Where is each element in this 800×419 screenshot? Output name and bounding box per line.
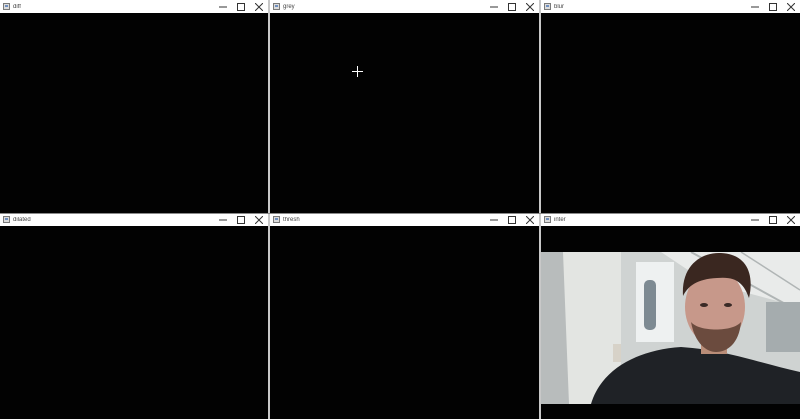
window-inter[interactable]: inter <box>541 213 800 419</box>
window-dilated[interactable]: dilated <box>0 213 268 419</box>
webcam-frame-image <box>541 252 800 404</box>
window-diff[interactable]: diff <box>0 0 268 213</box>
close-icon[interactable] <box>782 0 800 13</box>
maximize-icon[interactable] <box>764 0 782 13</box>
titlebar-blur[interactable]: blur <box>541 0 800 13</box>
close-icon[interactable] <box>782 213 800 226</box>
window-title: inter <box>554 216 566 223</box>
minimize-icon[interactable] <box>746 213 764 226</box>
window-border <box>539 0 541 419</box>
app-icon <box>3 216 10 223</box>
minimize-icon[interactable] <box>214 0 232 13</box>
titlebar-diff[interactable]: diff <box>0 0 268 13</box>
image-canvas-dilated <box>0 226 268 419</box>
app-icon <box>544 216 551 223</box>
minimize-icon[interactable] <box>214 213 232 226</box>
minimize-icon[interactable] <box>485 213 503 226</box>
window-title: dilated <box>13 216 31 223</box>
close-icon[interactable] <box>521 213 539 226</box>
window-title: diff <box>13 3 21 10</box>
maximize-icon[interactable] <box>503 0 521 13</box>
image-canvas-blur <box>541 13 800 213</box>
window-thresh[interactable]: thresh <box>270 213 539 419</box>
maximize-icon[interactable] <box>232 213 250 226</box>
app-icon <box>544 3 551 10</box>
close-icon[interactable] <box>250 213 268 226</box>
app-icon <box>3 3 10 10</box>
window-title: thresh <box>283 216 300 223</box>
titlebar-grey[interactable]: grey <box>270 0 539 13</box>
image-canvas-diff <box>0 13 268 213</box>
crosshair-cursor-icon <box>352 66 363 77</box>
app-icon <box>273 3 280 10</box>
maximize-icon[interactable] <box>503 213 521 226</box>
maximize-icon[interactable] <box>232 0 250 13</box>
image-canvas-thresh <box>270 226 539 419</box>
window-title: grey <box>283 3 295 10</box>
close-icon[interactable] <box>521 0 539 13</box>
maximize-icon[interactable] <box>764 213 782 226</box>
window-border <box>0 213 800 214</box>
window-title: blur <box>554 3 565 10</box>
window-border <box>268 0 270 419</box>
minimize-icon[interactable] <box>746 0 764 13</box>
window-grey[interactable]: grey <box>270 0 539 213</box>
close-icon[interactable] <box>250 0 268 13</box>
titlebar-thresh[interactable]: thresh <box>270 213 539 226</box>
titlebar-inter[interactable]: inter <box>541 213 800 226</box>
image-canvas-inter <box>541 226 800 419</box>
app-icon <box>273 216 280 223</box>
titlebar-dilated[interactable]: dilated <box>0 213 268 226</box>
minimize-icon[interactable] <box>485 0 503 13</box>
image-canvas-grey[interactable] <box>270 13 539 213</box>
window-blur[interactable]: blur <box>541 0 800 213</box>
